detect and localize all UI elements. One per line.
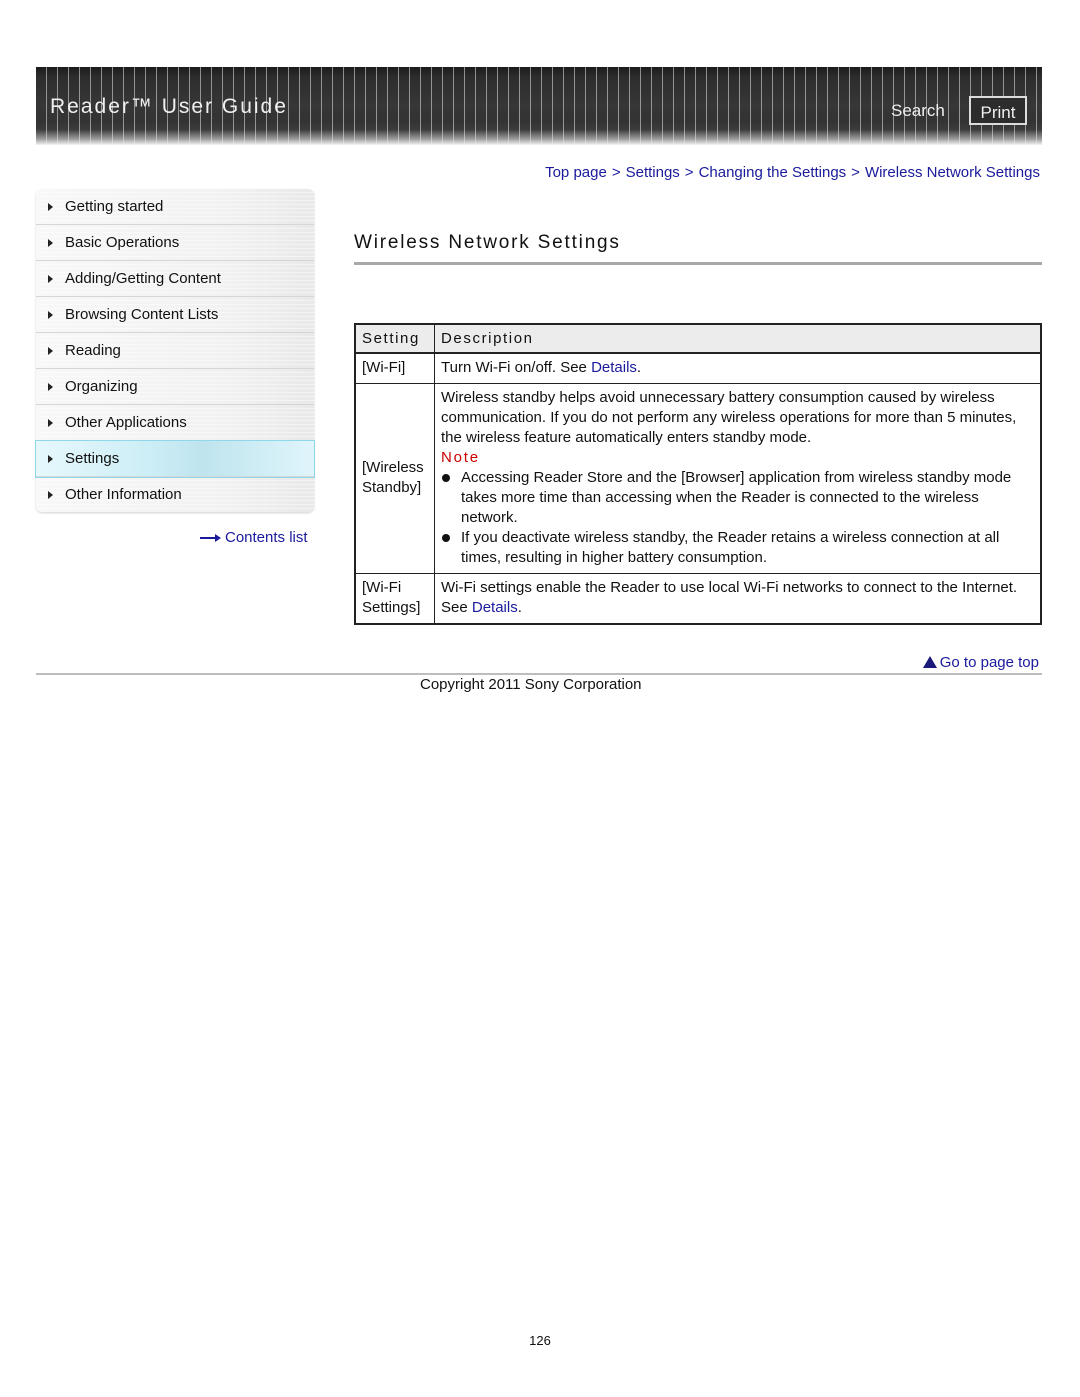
sidebar-item-other-applications[interactable]: Other Applications [36, 405, 314, 441]
breadcrumb-wireless-network-settings[interactable]: Wireless Network Settings [865, 164, 1040, 181]
header-banner: Reader™ User Guide Search Print [36, 67, 1042, 145]
go-to-page-top-label: Go to page top [939, 654, 1039, 671]
triangle-right-icon [48, 419, 53, 427]
note-item: If you deactivate wireless standby, the … [441, 528, 1034, 568]
table-row: [Wireless Standby] Wireless standby help… [354, 383, 1042, 574]
footer-divider [36, 673, 1042, 675]
setting-description: Wi-Fi settings enable the Reader to use … [434, 573, 1042, 625]
sidebar-item-label: Other Information [65, 486, 182, 503]
search-link[interactable]: Search [891, 101, 945, 121]
sidebar-item-basic-operations[interactable]: Basic Operations [36, 225, 314, 261]
sidebar-item-browsing-content-lists[interactable]: Browsing Content Lists [36, 297, 314, 333]
column-header-setting: Setting [354, 323, 435, 354]
note-item: Accessing Reader Store and the [Browser]… [441, 468, 1034, 528]
sidebar-item-adding-getting-content[interactable]: Adding/Getting Content [36, 261, 314, 297]
breadcrumb-changing-the-settings[interactable]: Changing the Settings [699, 164, 847, 181]
description-text: Wi-Fi settings enable the Reader to use … [441, 579, 1018, 616]
sidebar-item-label: Basic Operations [65, 234, 180, 251]
note-list: Accessing Reader Store and the [Browser]… [441, 468, 1034, 568]
title-divider [354, 262, 1042, 265]
breadcrumb: Top page > Settings > Changing the Settings >… [545, 164, 1040, 181]
sidebar-item-label: Other Applications [65, 414, 187, 431]
sidebar-item-label: Organizing [65, 378, 138, 395]
table-row: [Wi-Fi Settings] Wi-Fi settings enable t… [354, 573, 1042, 625]
setting-name: [Wi-Fi Settings] [354, 573, 435, 625]
contents-list-link[interactable]: Contents list [200, 529, 308, 546]
page-number: 126 [529, 1333, 551, 1348]
description-text: Wireless standby helps avoid unnecessary… [441, 389, 1017, 446]
breadcrumb-settings[interactable]: Settings [626, 164, 680, 181]
table-header-row: Setting Description [354, 323, 1042, 354]
column-header-description: Description [434, 323, 1042, 354]
copyright: Copyright 2011 Sony Corporation [420, 676, 642, 693]
setting-description: Wireless standby helps avoid unnecessary… [434, 383, 1042, 574]
settings-table: Setting Description [Wi-Fi] Turn Wi-Fi o… [354, 323, 1042, 625]
table-row: [Wi-Fi] Turn Wi-Fi on/off. See Details. [354, 352, 1042, 384]
description-text: . [636, 359, 642, 376]
triangle-right-icon [48, 275, 53, 283]
triangle-right-icon [48, 239, 53, 247]
page-title: Wireless Network Settings [354, 232, 621, 253]
details-link[interactable]: Details [591, 359, 637, 376]
sidebar-item-label: Getting started [65, 198, 164, 215]
sidebar-item-settings[interactable]: Settings [35, 440, 315, 478]
sidebar-item-label: Adding/Getting Content [65, 270, 221, 287]
breadcrumb-separator: > [611, 164, 621, 181]
setting-name: [Wireless Standby] [354, 383, 435, 574]
arrow-right-icon [200, 533, 222, 543]
breadcrumb-separator: > [851, 164, 860, 181]
triangle-right-icon [48, 491, 53, 499]
note-heading: Note [441, 449, 480, 466]
triangle-right-icon [48, 455, 53, 463]
description-text: Turn Wi-Fi on/off. See [441, 359, 592, 376]
sidebar-item-reading[interactable]: Reading [36, 333, 314, 369]
breadcrumb-top-page[interactable]: Top page [545, 164, 607, 181]
sidebar-item-label: Settings [65, 450, 120, 467]
contents-list-label: Contents list [225, 529, 308, 546]
go-to-page-top-link[interactable]: Go to page top [922, 654, 1039, 671]
sidebar-item-label: Reading [65, 342, 121, 359]
triangle-right-icon [48, 383, 53, 391]
details-link[interactable]: Details [472, 599, 518, 616]
triangle-right-icon [48, 203, 53, 211]
triangle-right-icon [48, 311, 53, 319]
app-title: Reader™ User Guide [50, 95, 288, 118]
sidebar-item-organizing[interactable]: Organizing [36, 369, 314, 405]
sidebar-item-label: Browsing Content Lists [65, 306, 219, 323]
print-button[interactable]: Print [969, 96, 1027, 125]
breadcrumb-separator: > [684, 164, 694, 181]
sidebar-item-other-information[interactable]: Other Information [36, 477, 314, 512]
setting-description: Turn Wi-Fi on/off. See Details. [434, 352, 1042, 384]
description-text: . [517, 599, 522, 616]
triangle-up-icon [922, 656, 937, 668]
triangle-right-icon [48, 347, 53, 355]
setting-name: [Wi-Fi] [354, 352, 435, 384]
sidebar-nav: Getting started Basic Operations Adding/… [35, 189, 315, 512]
sidebar-item-getting-started[interactable]: Getting started [36, 189, 314, 225]
